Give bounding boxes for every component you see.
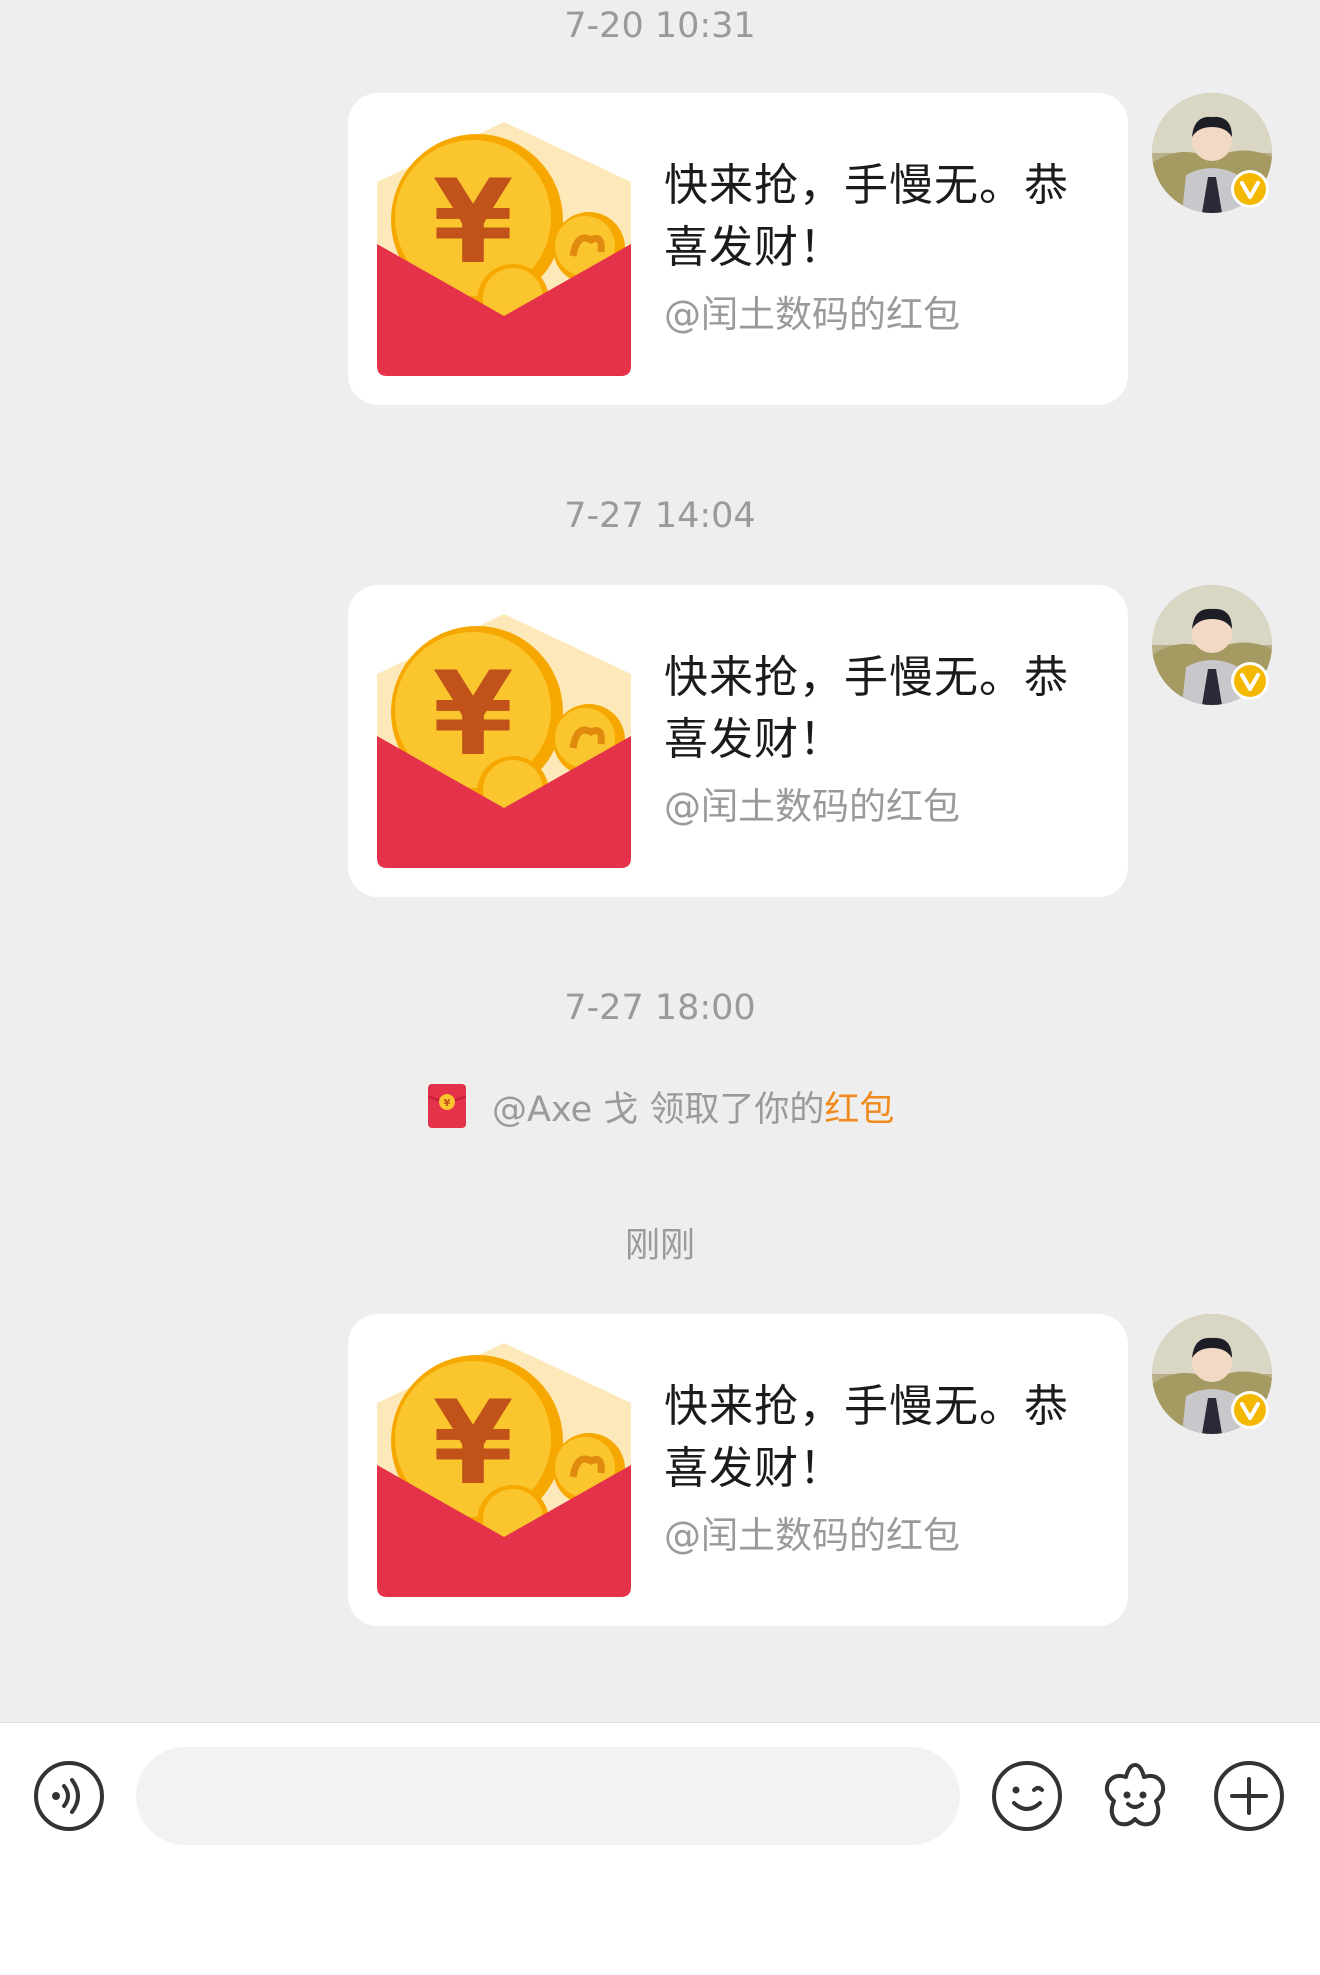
timestamp: 7-27 18:00 [564,988,756,1028]
red-packet-sender: @闰土数码的红包 [664,785,960,828]
red-packet-claimed-notice: ¥ @Axe 戈 领取了你的 红包 [427,1081,894,1132]
svg-text:¥: ¥ [444,1098,451,1109]
red-packet-sender: @闰土数码的红包 [664,293,960,336]
red-packet-greeting: 快来抢，手慢无。恭喜发财！ [664,160,1069,273]
red-packet-greeting: 快来抢，手慢无。恭喜发财！ [664,1381,1069,1494]
red-packet-link[interactable]: 红包 [824,1081,894,1132]
timestamp: 7-27 14:04 [564,496,756,536]
message-row: ¥ 快来抢，手慢无。恭喜发财！ @闰土数码的红包 [0,585,1320,901]
message-row: ¥ 快来抢，手慢无。恭喜发财！ @闰土数码的红包 [0,93,1320,409]
sticker-icon[interactable] [1098,1759,1172,1833]
message-input[interactable] [136,1747,960,1845]
message-row: ¥ 快来抢，手慢无。恭喜发财！ @闰土数码的红包 [0,1314,1320,1630]
notice-text: @Axe 戈 领取了你的 [492,1089,825,1130]
timestamp: 刚刚 [624,1226,695,1266]
voice-icon[interactable] [32,1759,106,1833]
red-packet-icon: ¥ [377,122,631,376]
verified-badge-icon [1230,661,1270,701]
verified-badge-icon [1230,1390,1270,1430]
verified-badge-icon [1230,169,1270,209]
red-packet-icon: ¥ [377,614,631,868]
red-packet-card[interactable]: ¥ 快来抢，手慢无。恭喜发财！ @闰土数码的红包 [348,1314,1128,1626]
red-packet-sender: @闰土数码的红包 [664,1514,960,1557]
red-packet-greeting: 快来抢，手慢无。恭喜发财！ [664,652,1069,765]
plus-icon[interactable] [1212,1759,1286,1833]
red-packet-card[interactable]: ¥ 快来抢，手慢无。恭喜发财！ @闰土数码的红包 [348,93,1128,405]
chat-input-bar [0,1722,1320,1975]
red-packet-small-icon: ¥ [427,1084,467,1128]
red-packet-icon: ¥ [377,1343,631,1597]
timestamp: 7-20 10:31 [564,6,756,46]
red-packet-card[interactable]: ¥ 快来抢，手慢无。恭喜发财！ @闰土数码的红包 [348,585,1128,897]
emoji-icon[interactable] [990,1759,1064,1833]
